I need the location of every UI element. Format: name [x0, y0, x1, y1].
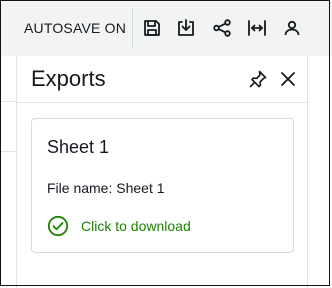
- window-frame: [0, 0, 330, 286]
